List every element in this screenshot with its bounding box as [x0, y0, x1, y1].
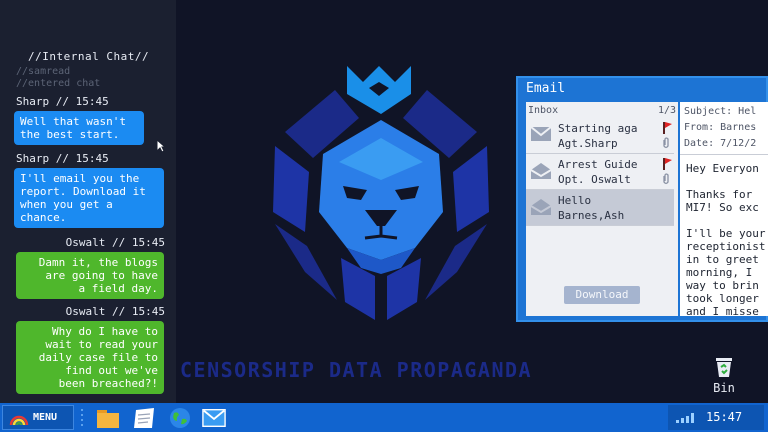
mail-sender: Barnes,Ash	[558, 209, 625, 222]
inbox-panel: Inbox 1/3 Starting aga Agt.Sharp Arrest …	[526, 102, 678, 316]
mail-envelope-icon	[530, 199, 552, 215]
inbox-label: Inbox	[528, 105, 559, 116]
email-body-line: way to brin	[686, 279, 759, 292]
email-body-line: MI7! So exc	[686, 201, 759, 214]
email-from-line: From: Barnes	[684, 122, 757, 133]
rainbow-menu-icon	[9, 415, 29, 426]
email-subject-line: Subject: Hel	[684, 106, 757, 117]
inbox-mail-item[interactable]: Arrest Guide Opt. Oswalt	[526, 154, 674, 190]
mail-envelope-icon	[530, 163, 552, 179]
cursor-arrow-icon	[156, 139, 166, 153]
mail-subject: Hello	[558, 194, 592, 207]
inbox-mail-item[interactable]: Hello Barnes,Ash	[526, 190, 674, 226]
email-body-line: took longer	[686, 292, 759, 305]
notes-icon[interactable]	[132, 407, 156, 429]
inbox-header: Inbox 1/3	[528, 105, 676, 116]
chat-sender: Oswalt // 15:45	[65, 236, 165, 249]
chat-message-line: Well that wasn't	[20, 115, 126, 128]
mail-subject: Arrest Guide	[558, 158, 638, 171]
chat-message-bubble: I'll email you the report. Download it w…	[14, 168, 164, 228]
chat-message-bubble: Well that wasn't the best start.	[14, 111, 144, 145]
inbox-mail-item[interactable]: Starting aga Agt.Sharp	[526, 118, 674, 154]
inbox-page-count: 1/3	[657, 105, 676, 116]
flag-icon	[663, 158, 672, 170]
chat-message-bubble: Why do I have to wait to read your daily…	[16, 321, 164, 394]
flag-icon	[663, 122, 672, 134]
menu-button[interactable]: MENU	[2, 405, 74, 430]
chat-message-line: wait to read your	[45, 338, 158, 351]
email-date-line: Date: 7/12/2	[684, 138, 757, 149]
chat-message-line: chance.	[20, 211, 67, 224]
chat-sender: Sharp // 15:45	[16, 95, 109, 108]
mail-sender: Agt.Sharp	[558, 137, 618, 150]
email-body-line: Hey Everyon	[686, 162, 759, 175]
email-window[interactable]: Email Inbox 1/3 Starting aga Agt.Sharp A…	[516, 76, 768, 322]
email-body-line: I'll be your	[686, 227, 766, 240]
paperclip-icon	[663, 137, 669, 149]
chat-message-line: I'll email you the	[20, 172, 140, 185]
email-body-line: morning, I	[686, 266, 753, 279]
chat-message-bubble: Damn it, the blogs are going to have a f…	[16, 252, 164, 299]
email-reading-pane: Subject: Hel From: Barnes Date: 7/12/2 H…	[680, 102, 768, 316]
chat-message-line: daily case file to	[38, 351, 158, 364]
email-body-line: and I misse	[686, 305, 759, 316]
chat-message-line: report. Download it	[20, 185, 146, 198]
email-window-title: Email	[526, 81, 566, 96]
mail-subject: Starting aga	[558, 122, 638, 135]
menu-label: MENU	[33, 412, 58, 423]
signal-icon	[676, 413, 694, 423]
taskbar-clock: 15:47	[706, 410, 743, 424]
mail-icon[interactable]	[202, 407, 226, 429]
email-header-divider	[680, 154, 768, 155]
chat-system-line: //entered chat	[16, 78, 101, 89]
chat-message-line: the best start.	[20, 128, 120, 141]
mail-sender: Opt. Oswalt	[558, 173, 631, 186]
chat-message-line: are going to have	[45, 269, 158, 282]
chat-sender: Oswalt // 15:45	[65, 305, 165, 318]
recycle-bin-label: Bin	[713, 381, 735, 395]
chat-message-line: a field day.	[78, 282, 158, 295]
chat-message-line: Why do I have to	[52, 325, 158, 338]
recycle-bin-shortcut[interactable]: Bin	[706, 356, 742, 395]
taskbar-separator	[81, 409, 83, 426]
chat-message-line: been breached?!	[58, 377, 158, 390]
paperclip-icon	[663, 173, 669, 185]
chat-message-line: when you get a	[20, 198, 113, 211]
chat-title: //Internal Chat//	[28, 50, 150, 63]
chat-message-line: Damn it, the blogs	[38, 256, 158, 269]
chat-message-line: find out we've	[65, 364, 158, 377]
lion-logo-icon	[273, 66, 489, 320]
recycle-bin-icon	[716, 358, 732, 377]
email-body-line: receptionist	[686, 240, 766, 253]
desktop-watermark-text: CENSORSHIP DATA PROPAGANDA	[180, 358, 533, 382]
email-body-line: Thanks for	[686, 188, 753, 201]
download-button[interactable]: Download	[564, 286, 640, 304]
email-body-line: in to greet	[686, 253, 759, 266]
chat-system-line: //samread	[16, 66, 71, 77]
chat-sender: Sharp // 15:45	[16, 152, 109, 165]
taskbar: MENU 15:47	[0, 403, 768, 432]
system-tray: 15:47	[668, 405, 764, 430]
mail-envelope-icon	[530, 126, 552, 141]
globe-icon[interactable]	[168, 407, 192, 429]
internal-chat-panel: //Internal Chat// //samread //entered ch…	[0, 0, 176, 403]
folder-icon[interactable]	[96, 407, 120, 429]
